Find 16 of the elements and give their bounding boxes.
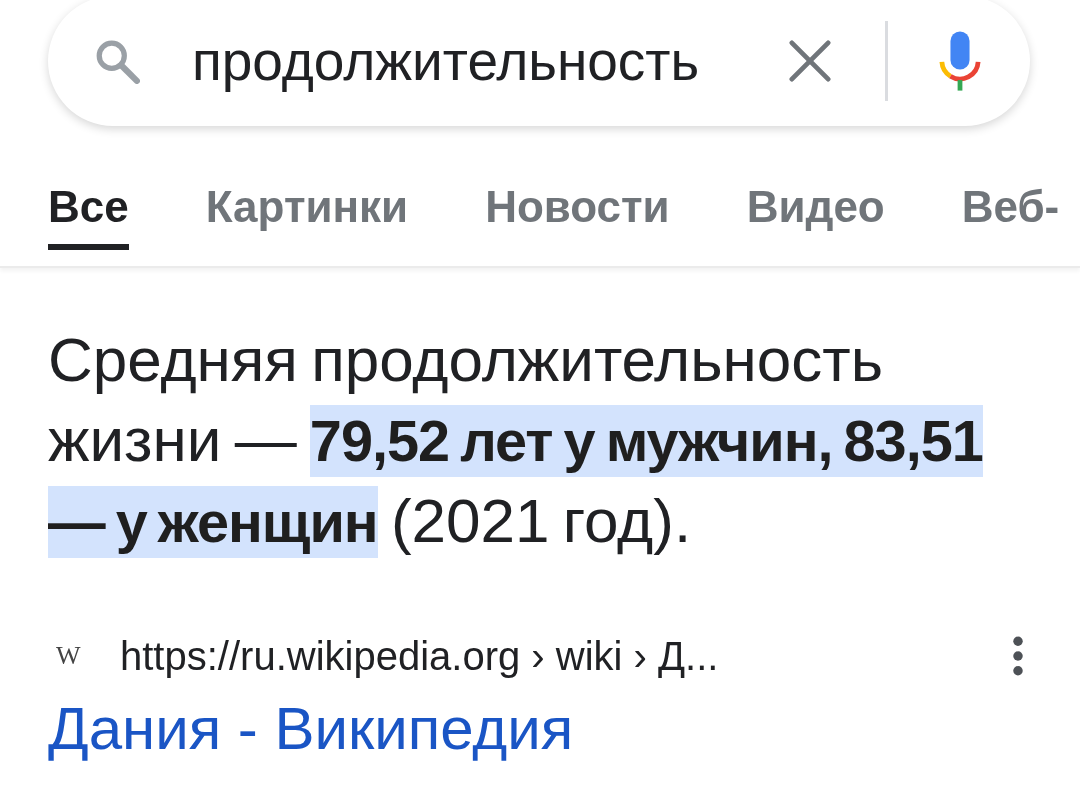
result-url: https://ru.wikipedia.org › wiki › Д...: [120, 633, 719, 679]
more-vert-icon: [1012, 636, 1024, 676]
tab[interactable]: Видео: [746, 182, 885, 250]
tab[interactable]: Новости: [485, 182, 670, 250]
microphone-icon: [939, 31, 981, 91]
tab[interactable]: Все: [48, 182, 129, 250]
voice-search-button[interactable]: [939, 31, 981, 91]
tab[interactable]: Веб-: [961, 182, 1060, 250]
search-icon: [94, 38, 140, 84]
search-field[interactable]: продолжительность: [192, 29, 732, 93]
clear-button[interactable]: [789, 40, 831, 82]
site-logo: W: [56, 641, 82, 671]
tab[interactable]: Картинки: [205, 182, 409, 250]
close-icon: [789, 40, 831, 82]
more-options-button[interactable]: [1012, 636, 1024, 676]
result-title-link[interactable]: Дания - Википедия: [48, 694, 574, 764]
